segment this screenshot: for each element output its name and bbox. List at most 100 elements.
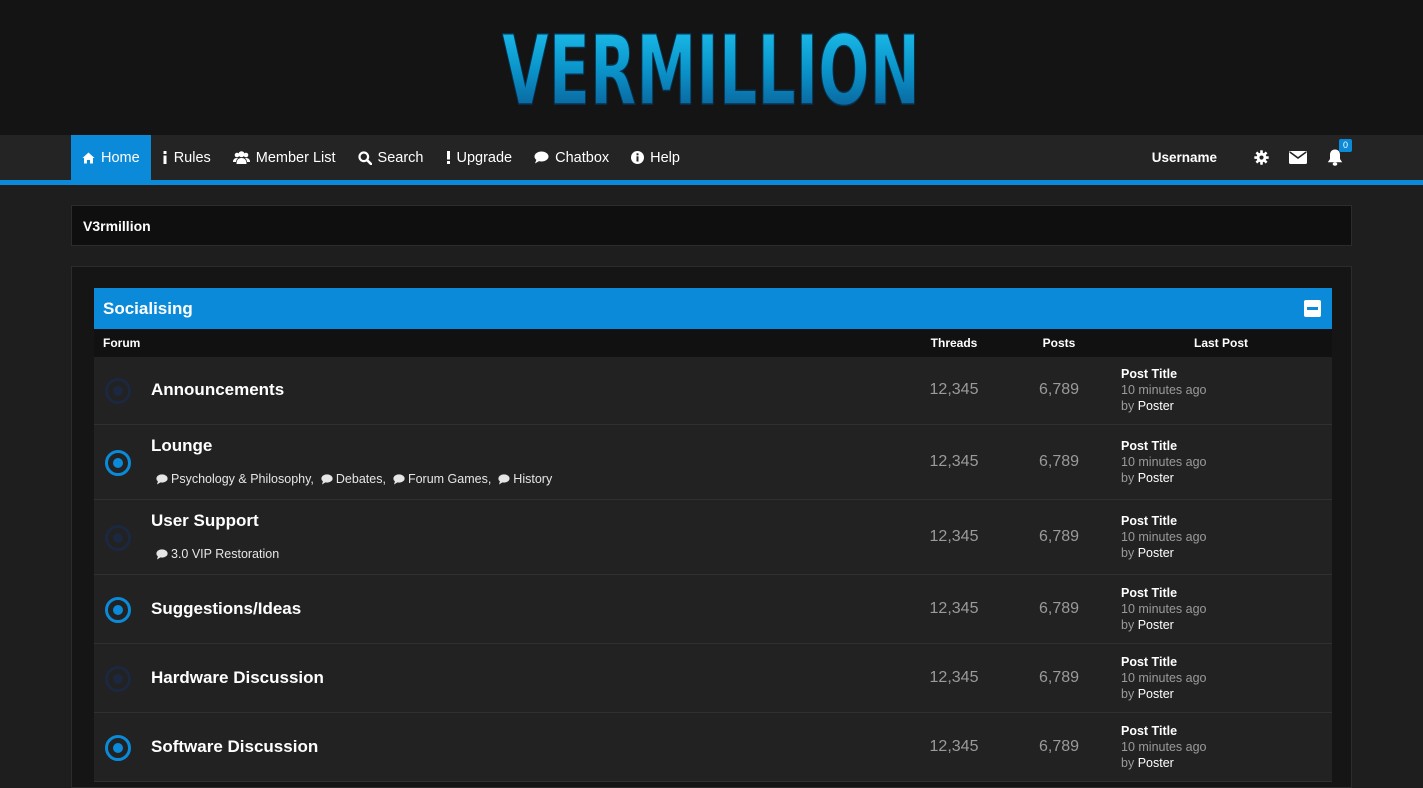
poster-link[interactable]: Poster bbox=[1138, 756, 1174, 770]
last-post-title-link[interactable]: Post Title bbox=[1121, 723, 1206, 739]
last-post-title-link[interactable]: Post Title bbox=[1121, 585, 1206, 601]
last-post-author: by Poster bbox=[1121, 545, 1206, 561]
forum-row: Suggestions/Ideas 12,345 6,789 Post Title 10… bbox=[94, 575, 1332, 644]
forum-row: Hardware Discussion 12,345 6,789 Post Title… bbox=[94, 644, 1332, 713]
subforum-link[interactable]: 3.0 VIP Restoration bbox=[156, 547, 279, 561]
subforum-list: 3.0 VIP Restoration bbox=[156, 547, 286, 561]
last-post-info: Post Title 10 minutes ago by Poster bbox=[1121, 366, 1206, 414]
last-post-author: by Poster bbox=[1121, 470, 1206, 486]
last-post-author: by Poster bbox=[1121, 686, 1206, 702]
category-title[interactable]: Socialising bbox=[103, 299, 193, 319]
last-post-title-link[interactable]: Post Title bbox=[1121, 654, 1206, 670]
poster-link[interactable]: Poster bbox=[1138, 687, 1174, 701]
last-post-info: Post Title 10 minutes ago by Poster bbox=[1121, 723, 1206, 771]
subforum-label: Psychology & Philosophy, bbox=[171, 472, 314, 486]
comment-icon bbox=[156, 473, 171, 485]
forum-name-link[interactable]: Announcements bbox=[151, 380, 284, 400]
forum-row: Software Discussion 12,345 6,789 Post Title… bbox=[94, 713, 1332, 782]
subforum-link[interactable]: Psychology & Philosophy, bbox=[156, 472, 314, 486]
by-label: by bbox=[1121, 686, 1135, 701]
forum-unread-status-icon[interactable] bbox=[104, 734, 132, 762]
last-post-time: 10 minutes ago bbox=[1121, 601, 1207, 616]
envelope-icon[interactable] bbox=[1289, 151, 1307, 164]
notification-count-badge: 0 bbox=[1339, 139, 1352, 152]
last-post-title-link[interactable]: Post Title bbox=[1121, 438, 1206, 454]
comment-icon bbox=[156, 548, 171, 560]
help-circle-icon bbox=[631, 151, 645, 164]
poster-link[interactable]: Poster bbox=[1138, 399, 1174, 413]
subforum-label: Forum Games, bbox=[407, 472, 492, 486]
nav-member-list[interactable]: Member List bbox=[222, 135, 347, 180]
nav-help[interactable]: Help bbox=[620, 135, 691, 180]
forum-read-status-icon[interactable] bbox=[104, 377, 132, 405]
by-label: by bbox=[1121, 470, 1135, 485]
thread-count: 12,345 bbox=[929, 599, 979, 617]
last-post-info: Post Title 10 minutes ago by Poster bbox=[1121, 585, 1206, 633]
subforum-link[interactable]: Forum Games, bbox=[393, 472, 491, 486]
nav-chatbox-label: Chatbox bbox=[555, 149, 610, 166]
info-icon bbox=[162, 151, 168, 164]
breadcrumb-home-link[interactable]: V3rmillion bbox=[83, 218, 151, 234]
last-post-info: Post Title 10 minutes ago by Poster bbox=[1121, 513, 1206, 561]
forum-name-link[interactable]: Suggestions/Ideas bbox=[151, 599, 301, 619]
subforum-label: History bbox=[513, 472, 553, 486]
nav-rules-label: Rules bbox=[173, 149, 211, 166]
nav-home-label: Home bbox=[101, 149, 140, 166]
breadcrumb: V3rmillion bbox=[71, 205, 1352, 246]
post-count: 6,789 bbox=[1038, 599, 1080, 617]
forum-name-link[interactable]: User Support bbox=[151, 511, 259, 531]
subforum-link[interactable]: Debates, bbox=[321, 472, 386, 486]
forum-read-status-icon[interactable] bbox=[104, 665, 132, 693]
subforum-list: Psychology & Philosophy, Debates, Forum Ga… bbox=[156, 472, 559, 486]
post-count: 6,789 bbox=[1038, 737, 1080, 755]
by-label: by bbox=[1121, 755, 1135, 770]
thread-count: 12,345 bbox=[929, 527, 979, 545]
forum-unread-status-icon[interactable] bbox=[104, 596, 132, 624]
last-post-title-link[interactable]: Post Title bbox=[1121, 513, 1206, 529]
category-header: Socialising bbox=[94, 288, 1332, 329]
forum-name-link[interactable]: Software Discussion bbox=[151, 737, 318, 757]
last-post-title-link[interactable]: Post Title bbox=[1121, 366, 1206, 382]
thread-count: 12,345 bbox=[929, 668, 979, 686]
main-nav: Home Rules Member List Search Upgrade Ch… bbox=[0, 135, 1423, 180]
nav-home[interactable]: Home bbox=[71, 135, 151, 180]
forum-list: Announcements 12,345 6,789 Post Title 10 min… bbox=[94, 357, 1332, 782]
last-post-time: 10 minutes ago bbox=[1121, 670, 1207, 685]
last-post-info: Post Title 10 minutes ago by Poster bbox=[1121, 438, 1206, 486]
comment-icon bbox=[321, 473, 336, 485]
poster-link[interactable]: Poster bbox=[1138, 471, 1174, 485]
col-threads: Threads bbox=[930, 336, 978, 350]
poster-link[interactable]: Poster bbox=[1138, 546, 1174, 560]
comment-icon bbox=[498, 473, 513, 485]
nav-search[interactable]: Search bbox=[347, 135, 435, 180]
nav-help-label: Help bbox=[650, 149, 680, 166]
forum-row: Lounge Psychology & Philosophy, Debates, Fo… bbox=[94, 425, 1332, 500]
last-post-author: by Poster bbox=[1121, 755, 1206, 771]
forum-unread-status-icon[interactable] bbox=[104, 449, 132, 477]
forum-read-status-icon[interactable] bbox=[104, 524, 132, 552]
last-post-time: 10 minutes ago bbox=[1121, 739, 1207, 754]
forum-name-link[interactable]: Lounge bbox=[151, 436, 212, 456]
col-forum: Forum bbox=[103, 336, 141, 350]
settings-gear-icon[interactable] bbox=[1254, 150, 1269, 165]
nav-rules[interactable]: Rules bbox=[151, 135, 222, 180]
subforum-label: Debates, bbox=[335, 472, 386, 486]
nav-upgrade[interactable]: Upgrade bbox=[435, 135, 524, 180]
last-post-time: 10 minutes ago bbox=[1121, 383, 1207, 397]
forum-name-link[interactable]: Hardware Discussion bbox=[151, 668, 324, 688]
username-link[interactable]: Username bbox=[1152, 150, 1217, 165]
column-headers: Forum Threads Posts Last Post bbox=[94, 329, 1332, 357]
col-last-post: Last Post bbox=[1193, 336, 1248, 350]
site-logo[interactable]: VERMILLION bbox=[500, 14, 922, 114]
last-post-author: by Poster bbox=[1121, 398, 1206, 414]
nav-chatbox[interactable]: Chatbox bbox=[523, 135, 620, 180]
subforum-link[interactable]: History bbox=[498, 472, 552, 486]
user-panel: Username 0 bbox=[1152, 135, 1352, 180]
logo-text: VERMILLION bbox=[502, 15, 920, 114]
last-post-time: 10 minutes ago bbox=[1121, 454, 1207, 469]
nav-items: Home Rules Member List Search Upgrade Ch… bbox=[71, 135, 691, 180]
poster-link[interactable]: Poster bbox=[1138, 618, 1174, 632]
collapse-icon[interactable] bbox=[1304, 300, 1321, 317]
nav-accent-stripe bbox=[0, 180, 1423, 185]
bell-icon[interactable]: 0 bbox=[1327, 139, 1352, 166]
